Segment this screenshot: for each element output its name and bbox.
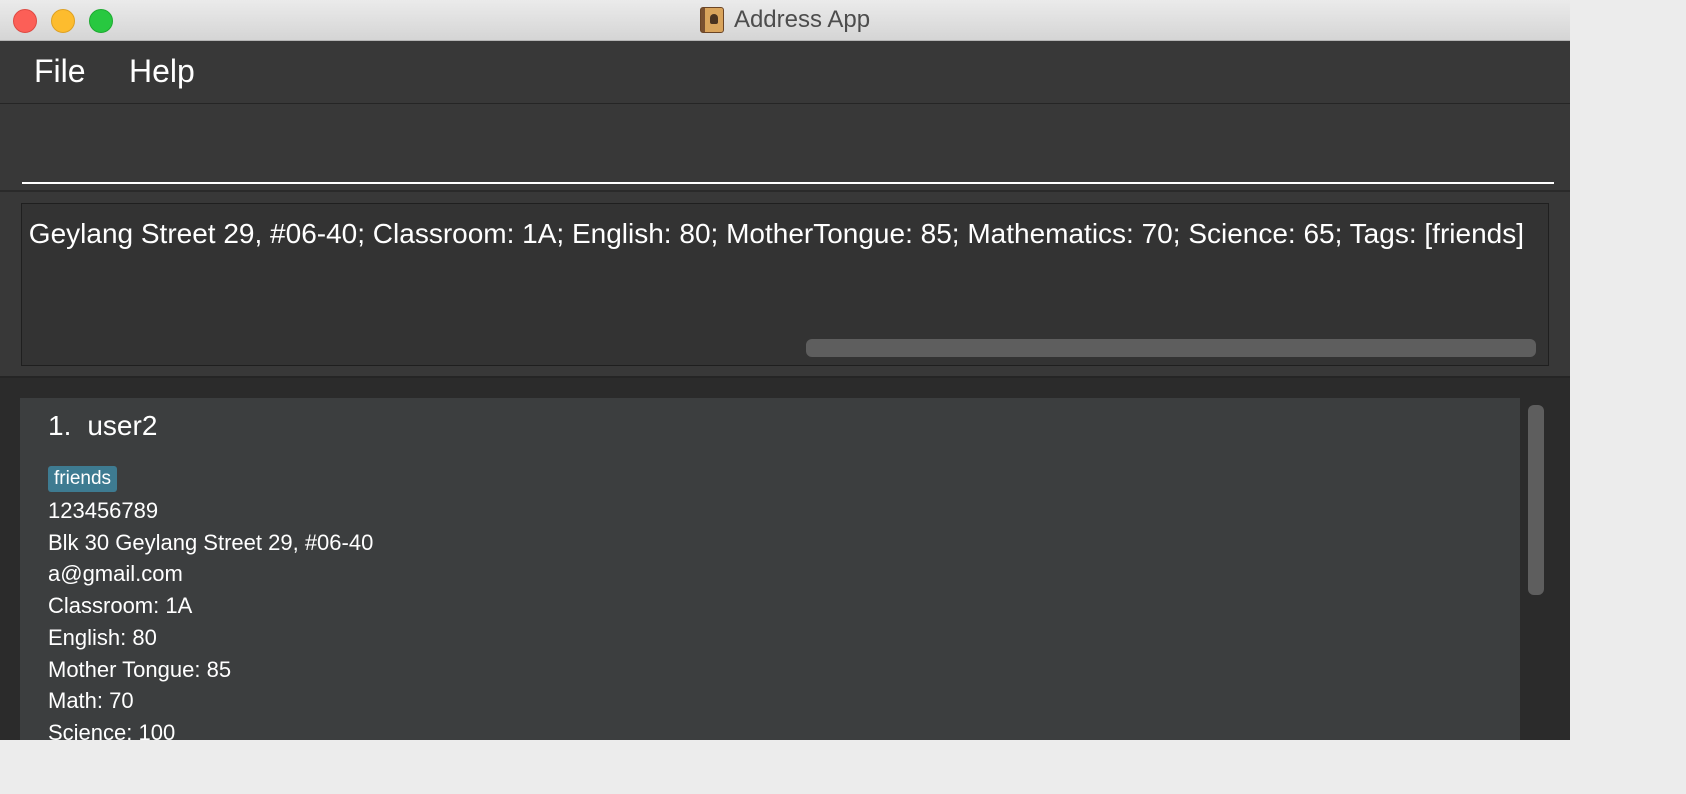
person-math-score: Math: 70	[48, 688, 134, 713]
command-box-pane	[0, 104, 1570, 192]
address-app-window: Address App File Help Blk 30 Geylang Str…	[0, 0, 1570, 740]
person-address: Blk 30 Geylang Street 29, #06-40	[48, 530, 374, 555]
result-display-pane: Blk 30 Geylang Street 29, #06-40; Classr…	[0, 192, 1570, 378]
menu-bar: File Help	[0, 41, 1570, 104]
person-card[interactable]: 1. user2 friends 123456789 Blk 30 Geylang…	[20, 398, 1520, 740]
person-phone: 123456789	[48, 498, 159, 523]
menu-help[interactable]: Help	[129, 53, 195, 90]
person-card-header: 1. user2	[48, 410, 157, 442]
person-science-score: Science: 100	[48, 720, 176, 740]
result-text: Blk 30 Geylang Street 29, #06-40; Classr…	[21, 218, 1524, 249]
person-mother-tongue-score: Mother Tongue: 85	[48, 657, 232, 682]
person-english-score: English: 80	[48, 625, 157, 650]
command-input[interactable]	[22, 116, 1554, 184]
menu-file[interactable]: File	[34, 53, 86, 90]
window-title: Address App	[733, 6, 871, 33]
person-email: a@gmail.com	[48, 561, 183, 586]
tag-label: friends	[48, 466, 118, 492]
title-bar[interactable]: Address App	[0, 0, 1570, 41]
result-display[interactable]: Blk 30 Geylang Street 29, #06-40; Classr…	[21, 203, 1549, 366]
horizontal-scrollbar-thumb[interactable]	[806, 339, 1536, 357]
vertical-scrollbar-thumb[interactable]	[1528, 405, 1544, 595]
person-index: 1.	[48, 410, 72, 441]
address-book-icon	[699, 7, 724, 33]
person-name: user2	[87, 410, 158, 441]
title-group: Address App	[0, 0, 1570, 40]
person-list-panel: 1. user2 friends 123456789 Blk 30 Geylang…	[0, 378, 1570, 740]
person-classroom: Classroom: 1A	[48, 593, 193, 618]
